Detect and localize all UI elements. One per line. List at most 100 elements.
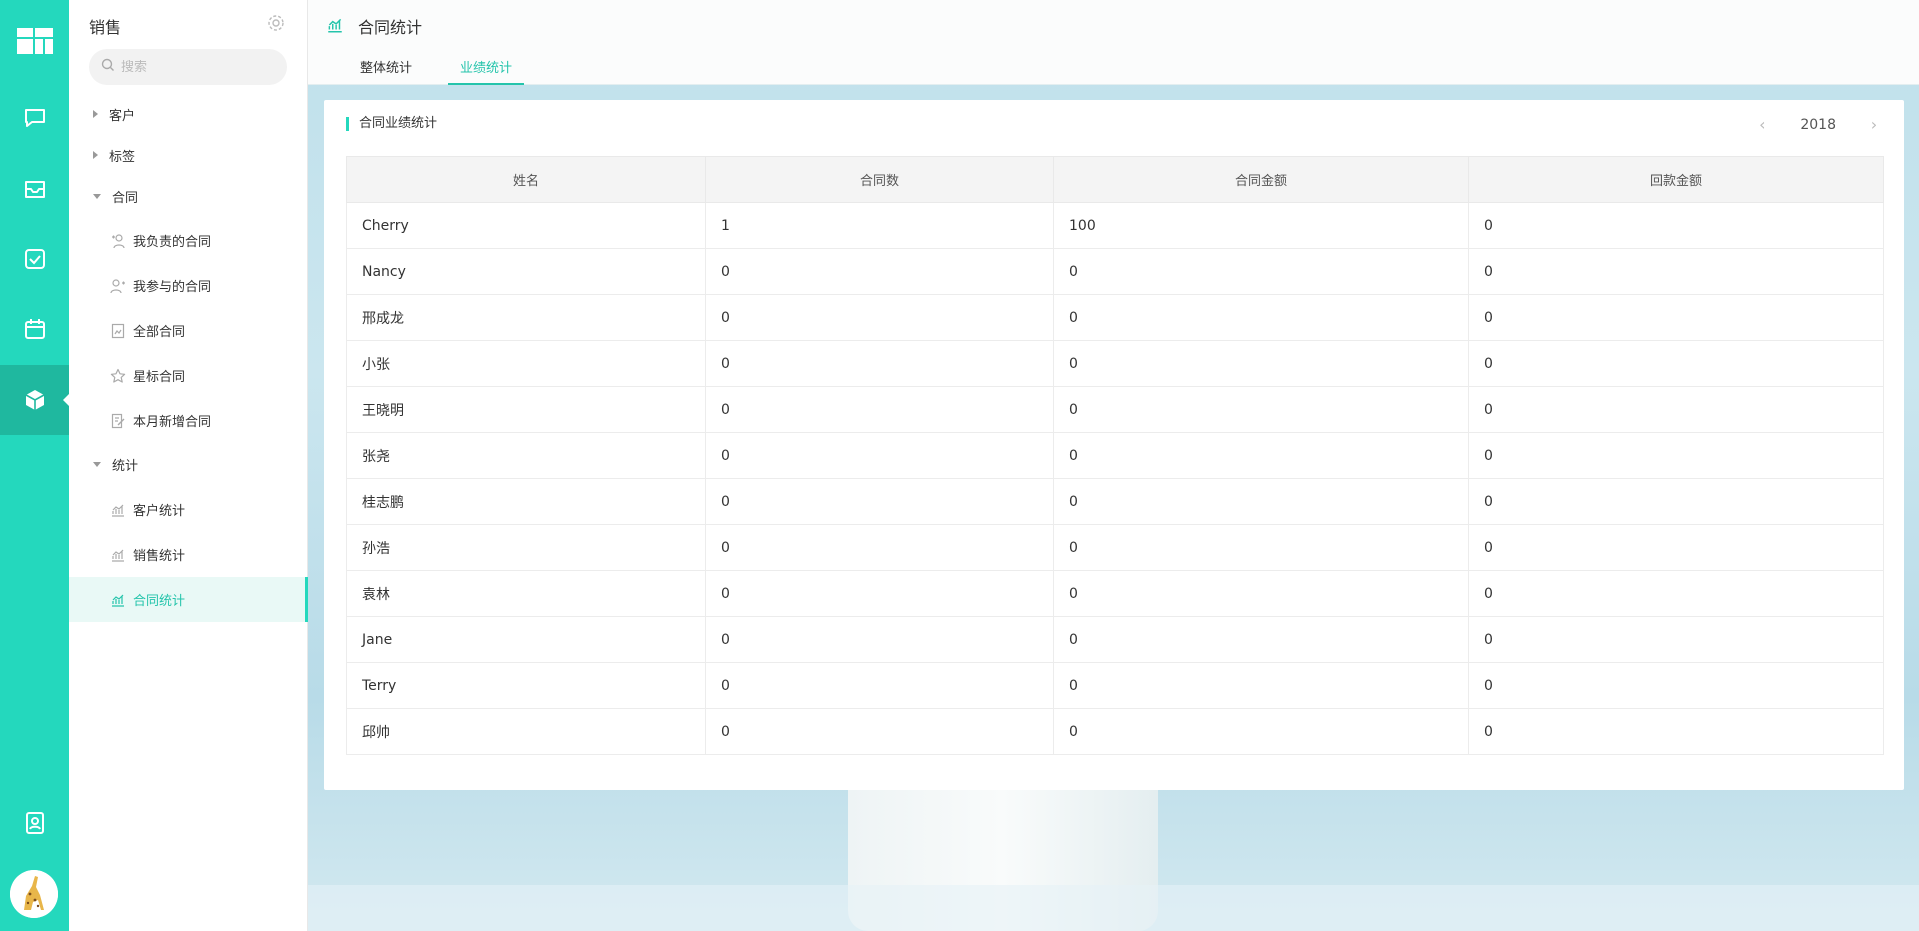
- column-header-contract-amount[interactable]: 合同金额: [1053, 156, 1469, 203]
- cell-contract-count: 0: [705, 248, 1054, 295]
- cell-contract-amount: 0: [1053, 616, 1469, 663]
- person-plus-icon: [109, 277, 127, 295]
- cell-contract-count: 0: [705, 340, 1054, 387]
- cell-contract-count: 0: [705, 616, 1054, 663]
- cube-icon[interactable]: [0, 365, 69, 435]
- cell-contract-amount: 100: [1053, 202, 1469, 249]
- cell-name: 张尧: [346, 432, 706, 479]
- column-header-contract-count[interactable]: 合同数: [705, 156, 1054, 203]
- document-edit-icon: [109, 412, 127, 430]
- module-title: 销售: [89, 18, 122, 37]
- cell-payment-amount: 0: [1468, 708, 1884, 755]
- person-star-icon: [109, 232, 127, 250]
- sidebar-item-my-contracts[interactable]: 我负责的合同: [69, 218, 308, 263]
- cell-contract-amount: 0: [1053, 386, 1469, 433]
- caret-right-icon: [93, 110, 98, 118]
- cell-contract-amount: 0: [1053, 662, 1469, 709]
- cell-payment-amount: 0: [1468, 202, 1884, 249]
- table-row[interactable]: 孙浩 0 0 0: [346, 524, 1884, 571]
- card-title: 合同业绩统计: [346, 117, 437, 131]
- cell-payment-amount: 0: [1468, 294, 1884, 341]
- sidebar-item-starred-contracts[interactable]: 星标合同: [69, 353, 308, 398]
- next-year-button[interactable]: ›: [1864, 115, 1884, 134]
- sidebar-item-label: 我参与的合同: [133, 280, 212, 295]
- year-label: 2018: [1800, 116, 1836, 133]
- chat-icon[interactable]: [0, 95, 69, 141]
- sidebar-item-customer-stats[interactable]: 客户统计: [69, 487, 308, 532]
- cell-name: 小张: [346, 340, 706, 387]
- cell-contract-count: 0: [705, 478, 1054, 525]
- tab-overall-stats[interactable]: 整体统计: [348, 48, 424, 85]
- sidebar-item-sales-stats[interactable]: 销售统计: [69, 532, 308, 577]
- avatar[interactable]: [10, 870, 58, 918]
- table-row[interactable]: Cherry 1 100 0: [346, 202, 1884, 249]
- sidebar-group-label: 标签: [109, 149, 136, 165]
- table-row[interactable]: 邱帅 0 0 0: [346, 708, 1884, 755]
- sidebar-item-all-contracts[interactable]: 全部合同: [69, 308, 308, 353]
- sidebar-item-label: 本月新增合同: [133, 415, 212, 430]
- tab-performance-stats[interactable]: 业绩统计: [448, 48, 525, 85]
- cell-payment-amount: 0: [1468, 432, 1884, 479]
- cell-contract-amount: 0: [1053, 478, 1469, 525]
- column-header-name[interactable]: 姓名: [346, 156, 706, 203]
- cell-name: 桂志鹏: [346, 478, 706, 525]
- table-row[interactable]: 桂志鹏 0 0 0: [346, 478, 1884, 525]
- logo-icon[interactable]: [17, 28, 53, 54]
- prev-year-button[interactable]: ‹: [1752, 115, 1772, 134]
- cell-payment-amount: 0: [1468, 570, 1884, 617]
- chart-icon: [109, 591, 127, 609]
- sidebar-group-customer[interactable]: 客户: [69, 94, 308, 134]
- cell-contract-count: 0: [705, 570, 1054, 617]
- caret-right-icon: [93, 151, 98, 159]
- stats-card: 合同业绩统计 ‹ 2018 › 姓名 合同数 合同金额 回款金额 Cherry 1…: [324, 100, 1904, 790]
- sidebar-group-stats[interactable]: 统计: [69, 444, 308, 484]
- column-header-payment-amount[interactable]: 回款金额: [1468, 156, 1884, 203]
- cell-contract-amount: 0: [1053, 248, 1469, 295]
- sidebar-item-label: 客户统计: [133, 504, 186, 519]
- sidebar-item-contract-stats[interactable]: 合同统计: [69, 577, 308, 622]
- cell-payment-amount: 0: [1468, 616, 1884, 663]
- table-row[interactable]: 张尧 0 0 0: [346, 432, 1884, 479]
- sidebar-group-label: 合同: [112, 190, 139, 206]
- sidebar-item-new-this-month[interactable]: 本月新增合同: [69, 398, 308, 443]
- table-row[interactable]: Nancy 0 0 0: [346, 248, 1884, 295]
- chart-icon: [109, 546, 127, 564]
- chart-icon: [109, 501, 127, 519]
- sidebar-group-contract[interactable]: 合同: [69, 176, 308, 216]
- cell-contract-count: 0: [705, 294, 1054, 341]
- cell-payment-amount: 0: [1468, 386, 1884, 433]
- contacts-icon[interactable]: [0, 800, 69, 846]
- sidebar-group-tags[interactable]: 标签: [69, 135, 308, 175]
- table-row[interactable]: Jane 0 0 0: [346, 616, 1884, 663]
- calendar-icon[interactable]: [0, 306, 69, 352]
- sidebar-item-label: 销售统计: [133, 549, 186, 564]
- sidebar-item-label: 合同统计: [133, 594, 186, 609]
- table-row[interactable]: 王晓明 0 0 0: [346, 386, 1884, 433]
- caret-down-icon: [93, 193, 101, 199]
- cell-contract-amount: 0: [1053, 570, 1469, 617]
- table-row[interactable]: 袁林 0 0 0: [346, 570, 1884, 617]
- cell-payment-amount: 0: [1468, 248, 1884, 295]
- performance-table: 姓名 合同数 合同金额 回款金额 Cherry 1 100 0 Nancy 0 0 0 邢成龙 0…: [346, 156, 1884, 755]
- search-input[interactable]: [121, 59, 271, 75]
- table-row[interactable]: Terry 0 0 0: [346, 662, 1884, 709]
- cell-payment-amount: 0: [1468, 662, 1884, 709]
- task-icon[interactable]: [0, 236, 69, 282]
- cell-payment-amount: 0: [1468, 340, 1884, 387]
- sidebar-item-participated-contracts[interactable]: 我参与的合同: [69, 263, 308, 308]
- cell-contract-count: 0: [705, 386, 1054, 433]
- sidebar-group-label: 统计: [112, 458, 139, 474]
- tab-bar: 整体统计 业绩统计: [348, 48, 548, 85]
- cell-contract-amount: 0: [1053, 294, 1469, 341]
- table-row[interactable]: 小张 0 0 0: [346, 340, 1884, 387]
- gear-icon[interactable]: [267, 14, 285, 36]
- cell-name: Cherry: [346, 202, 706, 249]
- inbox-icon[interactable]: [0, 166, 69, 212]
- cell-contract-count: 0: [705, 524, 1054, 571]
- cell-contract-amount: 0: [1053, 340, 1469, 387]
- star-icon: [109, 367, 127, 385]
- module-sidebar: 销售 客户 标签 合同 我负责的合同 我参与的合同 全部合同 星标合同 本月新增…: [69, 0, 308, 931]
- table-row[interactable]: 邢成龙 0 0 0: [346, 294, 1884, 341]
- cell-contract-amount: 0: [1053, 432, 1469, 479]
- year-navigator: ‹ 2018 ›: [1752, 115, 1884, 134]
